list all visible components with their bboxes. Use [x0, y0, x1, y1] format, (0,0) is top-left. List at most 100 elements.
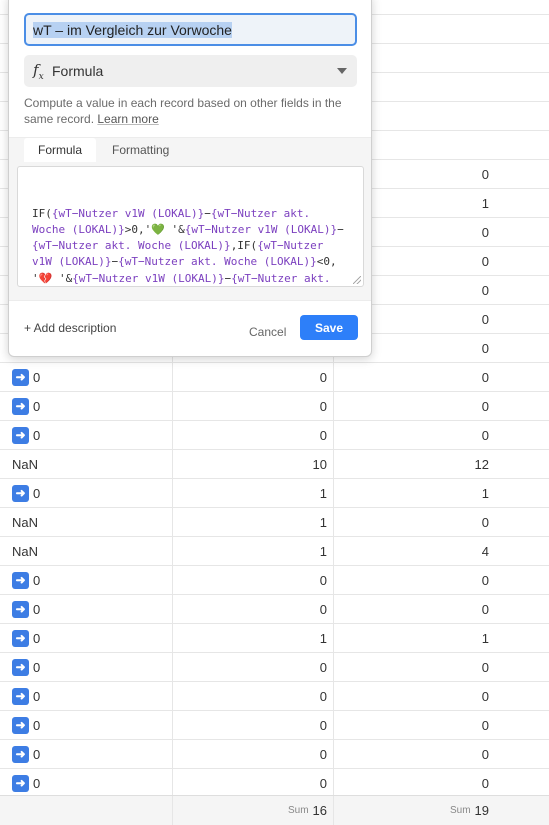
cell-value[interactable]: 0	[482, 711, 489, 739]
formula-token: '💔 '&	[32, 271, 73, 285]
add-description-button[interactable]: + Add description	[24, 321, 116, 335]
cell-value[interactable]: 0	[482, 392, 489, 420]
sum-value: 16	[312, 802, 327, 818]
cell-value[interactable]: 0	[482, 334, 489, 362]
cell-text: 0	[33, 775, 41, 791]
cell-value[interactable]: 0	[482, 653, 489, 681]
cell-value[interactable]: 0	[320, 595, 327, 623]
table-row[interactable]: NaN 1 0	[0, 508, 549, 537]
cell-value[interactable]: 1	[482, 479, 489, 507]
cell-value[interactable]: 0	[482, 595, 489, 623]
cell-value[interactable]: 0	[320, 740, 327, 768]
cell-value[interactable]: 12	[475, 450, 489, 478]
field-reference: {wT−Nutzer	[257, 239, 324, 253]
cell-comparison[interactable]: ➜0	[12, 624, 40, 652]
cell-comparison[interactable]: ➜0	[12, 769, 40, 797]
cell-value[interactable]: 0	[482, 682, 489, 710]
cell-value[interactable]: 0	[482, 740, 489, 768]
table-row[interactable]: ➜000	[0, 653, 549, 682]
formula-token: −	[337, 222, 344, 236]
table-row[interactable]: ➜0 0 0	[0, 740, 549, 769]
field-type-select[interactable]: fx Formula	[24, 55, 357, 87]
cell-value[interactable]: 0	[320, 392, 327, 420]
cell-value[interactable]: 0	[320, 421, 327, 449]
formula-token: <0,	[316, 255, 337, 269]
resize-handle-icon[interactable]	[353, 276, 361, 284]
cell-value[interactable]: 0	[482, 421, 489, 449]
save-button[interactable]: Save	[300, 315, 358, 340]
table-row[interactable]: ➜0 0 0	[0, 421, 549, 450]
sum-label: Sum	[287, 804, 309, 816]
cell-value[interactable]: 1	[320, 508, 327, 536]
cell-value[interactable]: 1	[482, 189, 489, 217]
cell-comparison[interactable]: ➜0	[12, 392, 40, 420]
table-row[interactable]: NaN 1 4	[0, 537, 549, 566]
cell-value[interactable]: 1	[320, 537, 327, 565]
cell-value[interactable]: 0	[482, 508, 489, 536]
cell-value[interactable]: 4	[482, 537, 489, 565]
cell-comparison[interactable]: ➜0	[12, 595, 40, 623]
cell-value[interactable]: 0	[482, 247, 489, 275]
cell-value[interactable]: 0	[482, 218, 489, 246]
cell-comparison[interactable]: NaN	[12, 537, 38, 565]
tab-formula[interactable]: Formula	[24, 138, 97, 162]
table-row[interactable]: ➜0 0 0	[0, 682, 549, 711]
field-type-description: Compute a value in each record based on …	[24, 95, 359, 127]
cell-text: 0	[33, 601, 41, 617]
formula-line: {wT−Nutzer akt. Woche (LOKAL)},IF({wT−Nu…	[32, 238, 355, 254]
cell-value[interactable]: 10	[313, 450, 327, 478]
cell-comparison[interactable]: ➜0	[12, 682, 40, 710]
cell-value[interactable]: 0	[320, 363, 327, 391]
table-row[interactable]: ➜0 0 0	[0, 363, 549, 392]
cell-comparison[interactable]: ➜0	[12, 421, 40, 449]
sum-cell-col2[interactable]: Sum 16	[288, 796, 327, 824]
arrow-right-icon: ➜	[12, 600, 29, 618]
cell-comparison[interactable]: ➜0	[12, 740, 40, 768]
table-row[interactable]: ➜0 0 0	[0, 566, 549, 595]
cell-comparison[interactable]: ➜0	[12, 653, 40, 681]
cell-value[interactable]: 0	[482, 305, 489, 333]
cell-value[interactable]: 0	[320, 653, 327, 681]
cell-value[interactable]: 0	[482, 160, 489, 188]
cell-value[interactable]: 0	[482, 566, 489, 594]
formula-fx-icon: fx	[33, 61, 44, 82]
cell-comparison[interactable]: NaN	[12, 508, 38, 536]
table-row[interactable]: ➜000	[0, 595, 549, 624]
field-name-value: wT – im Vergleich zur Vorwoche	[33, 21, 232, 38]
cell-value[interactable]: 0	[320, 769, 327, 797]
cell-text: 0	[33, 398, 41, 414]
formula-line: IF({wT−Nutzer v1W (LOKAL)}−{wT−Nutzer ak…	[32, 206, 355, 222]
arrow-right-icon: ➜	[12, 716, 29, 734]
cell-value[interactable]: 0	[320, 711, 327, 739]
cell-value[interactable]: 0	[320, 566, 327, 594]
field-reference: Woche (LOKAL)}	[32, 222, 125, 236]
cell-value[interactable]: 1	[320, 624, 327, 652]
cell-value[interactable]: 1	[482, 624, 489, 652]
cell-text: 0	[33, 659, 41, 675]
arrow-right-icon: ➜	[12, 629, 29, 647]
cell-comparison[interactable]: NaN	[12, 450, 38, 478]
cell-value[interactable]: 0	[320, 682, 327, 710]
cell-value[interactable]: 0	[482, 276, 489, 304]
field-name-input[interactable]: wT – im Vergleich zur Vorwoche	[24, 13, 357, 46]
cell-comparison[interactable]: ➜0	[12, 711, 40, 739]
sum-cell-col3[interactable]: Sum 19	[450, 796, 489, 824]
cell-comparison[interactable]: ➜0	[12, 363, 40, 391]
table-row[interactable]: ➜000	[0, 769, 549, 798]
arrow-right-icon: ➜	[12, 426, 29, 444]
table-row[interactable]: ➜ 0 1 1	[0, 624, 549, 653]
formula-editor[interactable]: IF({wT−Nutzer v1W (LOKAL)}−{wT−Nutzer ak…	[17, 166, 364, 287]
cell-comparison[interactable]: ➜0	[12, 479, 40, 507]
field-reference: {wT−Nutzer v1W (LOKAL)}	[184, 222, 338, 236]
table-row[interactable]: ➜ 0 1 1	[0, 479, 549, 508]
tab-formatting[interactable]: Formatting	[98, 138, 183, 162]
cell-value[interactable]: 0	[482, 363, 489, 391]
cell-comparison[interactable]: ➜0	[12, 566, 40, 594]
table-row[interactable]: NaN 10 12	[0, 450, 549, 479]
cancel-button[interactable]: Cancel	[249, 325, 286, 339]
table-row[interactable]: ➜000	[0, 392, 549, 421]
cell-value[interactable]: 1	[320, 479, 327, 507]
cell-value[interactable]: 0	[482, 769, 489, 797]
learn-more-link[interactable]: Learn more	[97, 112, 158, 126]
table-row[interactable]: ➜0 0 0	[0, 711, 549, 740]
